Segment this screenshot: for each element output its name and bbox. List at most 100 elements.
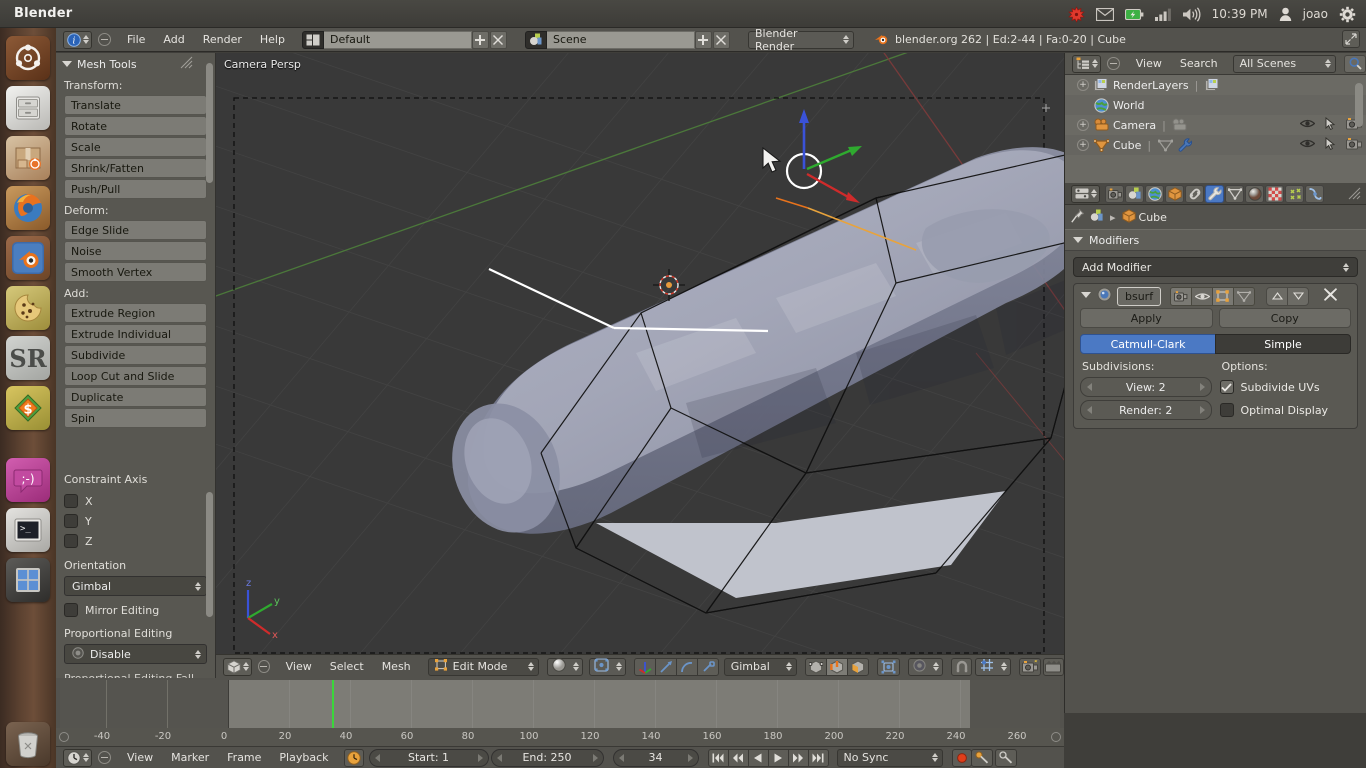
- timeline-scroll-left[interactable]: [59, 732, 69, 742]
- delete-scene-button[interactable]: [712, 30, 730, 49]
- pivot-point-dropdown[interactable]: [588, 657, 626, 676]
- render-subdivisions-field[interactable]: Render: 2: [1080, 400, 1212, 420]
- user-name[interactable]: joao: [1303, 0, 1328, 28]
- empathy-icon[interactable]: ;-): [6, 458, 50, 502]
- increment-arrow-icon[interactable]: [592, 753, 598, 762]
- outliner-tree[interactable]: + RenderLayers | World + Camera | + Cube…: [1065, 75, 1366, 183]
- properties-editor-type-spinner[interactable]: [1091, 189, 1097, 198]
- autokey-clock-icon[interactable]: [343, 748, 364, 767]
- tool-shrink-fatten[interactable]: Shrink/Fatten: [64, 158, 207, 178]
- tool-rotate[interactable]: Rotate: [64, 116, 207, 136]
- gear-icon[interactable]: [1339, 0, 1356, 28]
- collapse-menus-button[interactable]: [98, 33, 111, 46]
- editor-type-selector-properties[interactable]: [1071, 184, 1100, 203]
- subdivision-type-simple[interactable]: Simple: [1215, 334, 1351, 354]
- editor-type-spinner[interactable]: [83, 35, 89, 44]
- ubuntu-dash-icon[interactable]: [6, 36, 50, 80]
- edit-mode-icon[interactable]: [1212, 286, 1235, 306]
- outliner-row-camera[interactable]: + Camera |: [1065, 115, 1366, 135]
- orientation-dropdown[interactable]: Gimbal: [64, 576, 207, 596]
- tab-data[interactable]: [1225, 184, 1244, 203]
- menu-help[interactable]: Help: [251, 28, 294, 52]
- increment-arrow-icon[interactable]: [477, 753, 483, 762]
- tab-physics[interactable]: [1305, 184, 1324, 203]
- scale-manip-icon[interactable]: [696, 657, 719, 676]
- tab-modifiers[interactable]: [1205, 184, 1224, 203]
- jump-start-icon[interactable]: [707, 748, 729, 767]
- optimal-display-checkbox[interactable]: [1219, 403, 1234, 417]
- play-reverse-icon[interactable]: [747, 748, 769, 767]
- add-modifier-dropdown[interactable]: Add Modifier: [1073, 257, 1358, 277]
- menu-render[interactable]: Render: [194, 28, 251, 52]
- sync-mode-dropdown[interactable]: No Sync: [836, 748, 943, 767]
- decrement-arrow-icon[interactable]: [1087, 383, 1092, 391]
- tab-render[interactable]: [1105, 184, 1124, 203]
- triangle-down-icon[interactable]: [1080, 290, 1092, 303]
- constraint-axis-x-checkbox[interactable]: [64, 494, 78, 508]
- modifier-delete-button[interactable]: [1324, 288, 1338, 304]
- tool-duplicate[interactable]: Duplicate: [64, 387, 207, 407]
- tab-object[interactable]: [1165, 184, 1184, 203]
- network-signal-icon[interactable]: [1154, 0, 1171, 28]
- viewport-canvas[interactable]: z y x: [216, 53, 1064, 678]
- next-keyframe-icon[interactable]: [787, 748, 809, 767]
- menu-add[interactable]: Add: [154, 28, 193, 52]
- manipulator-toggle-icon[interactable]: [633, 657, 656, 676]
- edge-select-icon[interactable]: [826, 657, 849, 676]
- outliner-row-renderlayers[interactable]: + RenderLayers |: [1065, 75, 1366, 95]
- snap-element-dropdown[interactable]: [975, 657, 1012, 676]
- outliner-collapse-menus-button[interactable]: [1107, 57, 1120, 70]
- constraint-axis-y-checkbox[interactable]: [64, 514, 78, 528]
- cookie-icon[interactable]: [6, 286, 50, 330]
- start-frame-field[interactable]: Start: 1: [368, 748, 489, 767]
- tool-shelf-scrollbar-top[interactable]: [206, 63, 213, 183]
- editor-type-selector-info[interactable]: i: [63, 30, 92, 49]
- increment-arrow-icon[interactable]: [1199, 383, 1205, 391]
- constraint-axis-y-row[interactable]: Y: [56, 511, 215, 531]
- terminal-icon[interactable]: >_: [6, 508, 50, 552]
- editor-type-selector-outliner[interactable]: [1072, 54, 1101, 73]
- transform-orientation-dropdown[interactable]: Gimbal: [723, 657, 798, 676]
- renderlayers-data-icon[interactable]: [1204, 77, 1221, 93]
- tool-extrude-region[interactable]: Extrude Region: [64, 303, 207, 323]
- mesh-tools-panel-header[interactable]: Mesh Tools: [56, 53, 215, 75]
- scene-icon[interactable]: [1090, 209, 1104, 225]
- tab-scene[interactable]: [1125, 184, 1144, 203]
- operator-panel-scrollbar[interactable]: [206, 492, 213, 617]
- editor-type-selector-3dview[interactable]: [223, 657, 252, 676]
- tool-push-pull[interactable]: Push/Pull: [64, 179, 207, 199]
- decrement-arrow-icon[interactable]: [1087, 406, 1092, 414]
- 3dview-collapse-menus-button[interactable]: [258, 660, 270, 673]
- timeline-collapse-menus-button[interactable]: [98, 751, 111, 764]
- timeline-editor-type-spinner[interactable]: [83, 753, 89, 762]
- eye-icon[interactable]: [1299, 118, 1316, 132]
- proportional-editing-dropdown[interactable]: [908, 657, 944, 676]
- subdivision-type-catmull-clark[interactable]: Catmull-Clark: [1080, 334, 1216, 354]
- tool-spin[interactable]: Spin: [64, 408, 207, 428]
- menu-file[interactable]: File: [118, 28, 154, 52]
- maximize-icon[interactable]: [1342, 30, 1360, 48]
- play-icon[interactable]: [767, 748, 789, 767]
- modifier-name-field[interactable]: bsurf: [1117, 286, 1162, 306]
- cursor-arrow-icon[interactable]: [1325, 136, 1336, 153]
- outliner-display-mode-dropdown[interactable]: All Scenes: [1232, 54, 1337, 73]
- files-icon[interactable]: [6, 86, 50, 130]
- modifier-move-down-button[interactable]: [1287, 286, 1310, 306]
- expand-icon[interactable]: +: [1077, 119, 1089, 131]
- timeline-menu-view[interactable]: View: [118, 746, 162, 768]
- subdivide-uvs-row[interactable]: Subdivide UVs: [1219, 377, 1352, 397]
- face-select-icon[interactable]: [847, 657, 870, 676]
- increment-arrow-icon[interactable]: [1199, 406, 1205, 414]
- battery-icon[interactable]: [1124, 0, 1144, 28]
- tab-material[interactable]: [1245, 184, 1264, 203]
- volume-icon[interactable]: [1182, 0, 1201, 28]
- add-scene-button[interactable]: [694, 30, 712, 49]
- 3dview-editor-type-spinner[interactable]: [243, 662, 249, 671]
- clock[interactable]: 10:39 PM: [1212, 0, 1268, 28]
- tool-subdivide[interactable]: Subdivide: [64, 345, 207, 365]
- 3dview-menu-mesh[interactable]: Mesh: [373, 655, 420, 679]
- editor-type-selector-timeline[interactable]: [63, 748, 92, 767]
- breadcrumb-object[interactable]: Cube: [1121, 208, 1167, 226]
- interaction-mode-dropdown[interactable]: Edit Mode: [427, 657, 539, 676]
- optimal-display-row[interactable]: Optimal Display: [1219, 400, 1352, 420]
